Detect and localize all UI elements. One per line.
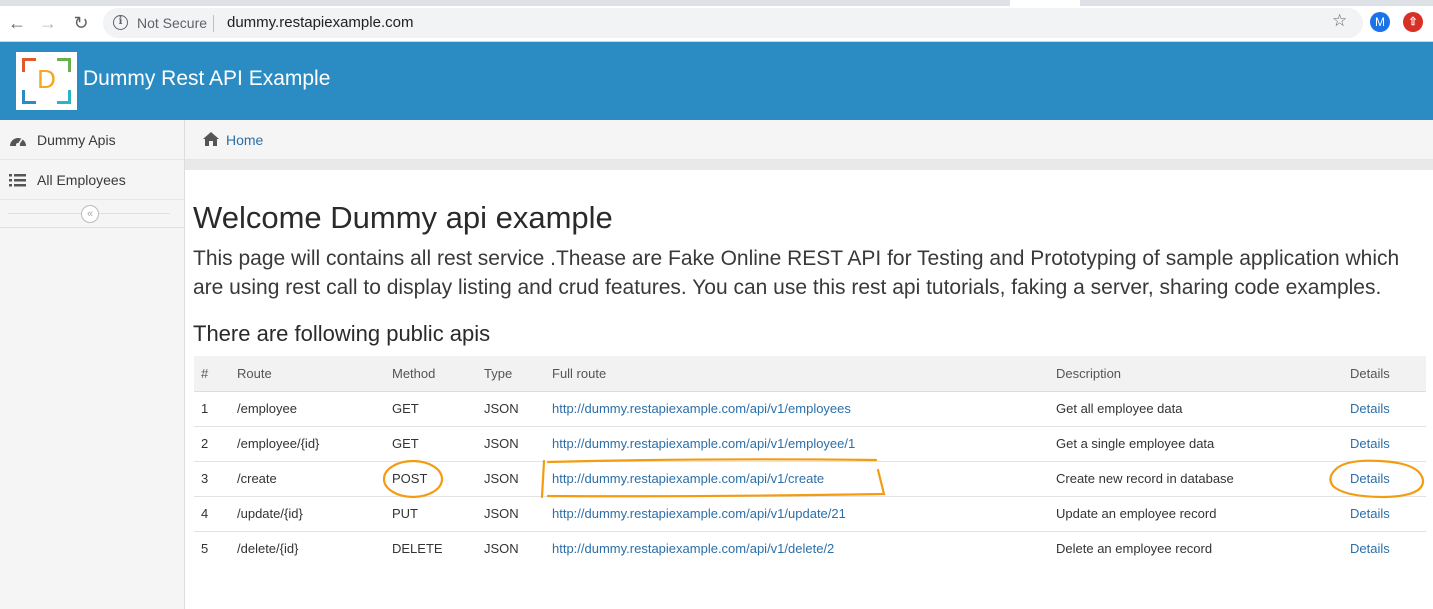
col-header-details: Details — [1343, 356, 1426, 392]
page-title: Welcome Dummy api example — [193, 200, 613, 235]
logo-letter: D — [37, 64, 56, 94]
row-number: 2 — [194, 425, 230, 461]
col-header-route: Route — [230, 356, 385, 392]
row-route: /employee — [230, 390, 385, 426]
home-icon — [203, 132, 219, 146]
profile-avatar[interactable]: M — [1370, 12, 1390, 32]
table-row: 4 /update/{id} PUT JSON http://dummy.res… — [194, 495, 1426, 531]
sidebar-item-label: All Employees — [37, 172, 126, 188]
full-route-link[interactable]: http://dummy.restapiexample.com/api/v1/e… — [552, 436, 855, 451]
row-type: JSON — [477, 495, 545, 531]
details-link[interactable]: Details — [1350, 541, 1390, 556]
row-method: GET — [385, 390, 477, 426]
row-number: 4 — [194, 495, 230, 531]
row-number: 3 — [194, 460, 230, 496]
row-method: DELETE — [385, 530, 477, 566]
table-row: 1 /employee GET JSON http://dummy.restap… — [194, 390, 1426, 426]
details-link[interactable]: Details — [1350, 471, 1390, 486]
sidebar: Dummy Apis All Employees « — [0, 120, 185, 609]
breadcrumb-home-link[interactable]: Home — [226, 132, 263, 148]
row-type: JSON — [477, 390, 545, 426]
info-icon[interactable]: i — [113, 15, 128, 30]
sidebar-item-label: Dummy Apis — [37, 132, 116, 148]
row-type: JSON — [477, 460, 545, 496]
row-description: Get a single employee data — [1049, 425, 1343, 461]
row-route: /create — [230, 460, 385, 496]
tab-strip — [0, 0, 1433, 6]
table-row: 5 /delete/{id} DELETE JSON http://dummy.… — [194, 530, 1426, 566]
row-type: JSON — [477, 530, 545, 566]
row-method: PUT — [385, 495, 477, 531]
full-route-link[interactable]: http://dummy.restapiexample.com/api/v1/u… — [552, 506, 846, 521]
extension-upload-icon[interactable]: ⇧ — [1403, 12, 1423, 32]
row-description: Create new record in database — [1049, 460, 1343, 496]
section-heading: There are following public apis — [193, 321, 491, 346]
table-row: 2 /employee/{id} GET JSON http://dummy.r… — [194, 425, 1426, 461]
bookmark-star-icon[interactable]: ☆ — [1332, 11, 1347, 31]
row-route: /employee/{id} — [230, 425, 385, 461]
logo[interactable]: D — [16, 52, 77, 110]
reload-icon[interactable]: ↻ — [70, 12, 92, 34]
row-route: /update/{id} — [230, 495, 385, 531]
table-row: 3 /create POST JSON http://dummy.restapi… — [194, 460, 1426, 496]
sidebar-item-dummy-apis[interactable]: Dummy Apis — [0, 120, 184, 160]
col-header-full-route: Full route — [545, 356, 1049, 392]
row-method: POST — [385, 460, 477, 496]
row-number: 1 — [194, 390, 230, 426]
list-icon — [9, 174, 26, 187]
forward-icon[interactable]: → — [37, 12, 59, 34]
details-link[interactable]: Details — [1350, 436, 1390, 451]
row-number: 5 — [194, 530, 230, 566]
table-header-row: # Route Method Type Full route Descripti… — [194, 356, 1426, 392]
app-header: D Dummy Rest API Example — [0, 42, 1433, 120]
full-route-link[interactable]: http://dummy.restapiexample.com/api/v1/e… — [552, 401, 851, 416]
dashboard-icon — [10, 138, 26, 147]
row-description: Update an employee record — [1049, 495, 1343, 531]
row-route: /delete/{id} — [230, 530, 385, 566]
row-type: JSON — [477, 425, 545, 461]
full-route-link[interactable]: http://dummy.restapiexample.com/api/v1/d… — [552, 541, 834, 556]
collapse-sidebar-icon[interactable]: « — [81, 205, 99, 223]
api-table: # Route Method Type Full route Descripti… — [194, 356, 1426, 566]
col-header-number: # — [194, 356, 230, 392]
back-icon[interactable]: ← — [6, 12, 28, 34]
details-link[interactable]: Details — [1350, 401, 1390, 416]
address-bar[interactable]: i Not Secure dummy.restapiexample.com — [103, 8, 1363, 38]
omnibox-divider — [213, 15, 214, 32]
row-description: Delete an employee record — [1049, 530, 1343, 566]
browser-toolbar: ← → ↻ i Not Secure dummy.restapiexample.… — [0, 0, 1433, 42]
url-text[interactable]: dummy.restapiexample.com — [227, 14, 413, 31]
full-route-link[interactable]: http://dummy.restapiexample.com/api/v1/c… — [552, 471, 824, 486]
app-title[interactable]: Dummy Rest API Example — [83, 67, 330, 91]
col-header-description: Description — [1049, 356, 1343, 392]
intro-text: This page will contains all rest service… — [193, 247, 1400, 299]
sidebar-item-all-employees[interactable]: All Employees — [0, 160, 184, 200]
row-description: Get all employee data — [1049, 390, 1343, 426]
col-header-type: Type — [477, 356, 545, 392]
col-header-method: Method — [385, 356, 477, 392]
sidebar-collapse-row: « — [0, 200, 184, 228]
row-method: GET — [385, 425, 477, 461]
content-divider — [185, 160, 1433, 170]
breadcrumb: Home — [185, 120, 1433, 160]
security-label[interactable]: Not Secure — [137, 15, 207, 31]
details-link[interactable]: Details — [1350, 506, 1390, 521]
